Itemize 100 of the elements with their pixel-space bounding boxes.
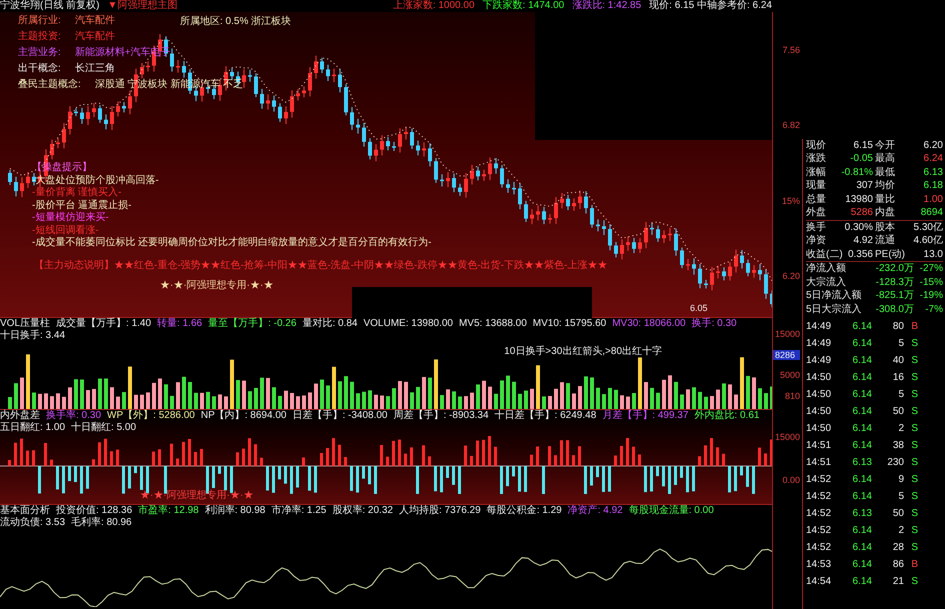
tick-volume: 40 xyxy=(892,354,904,368)
indicator-value: VOLUME: 13980.00 xyxy=(363,318,453,330)
flow-label: 大宗流入 xyxy=(806,276,846,289)
flow-value: -232.0万 xyxy=(876,262,914,276)
tick-volume: 2 xyxy=(898,524,904,538)
tick-price: 6.14 xyxy=(852,490,872,504)
quote-value: 0.356 xyxy=(848,248,873,261)
flow-percent: -7% xyxy=(925,302,943,316)
price-label: 6.05 xyxy=(690,303,708,313)
tick-volume: 16 xyxy=(892,371,904,385)
tip-text: -量价背离 谨慎买入- xyxy=(32,187,122,200)
axis-label: 15% xyxy=(782,196,800,206)
indicator-value: 内外盘差 xyxy=(0,410,40,422)
info-value: 长江三角 xyxy=(74,62,115,76)
indicator-value: 利润率: 80.98 xyxy=(204,505,266,517)
region-text: 所属地区: 0.5% 浙江板块 xyxy=(180,16,292,28)
tick-time: 14:50 xyxy=(806,388,832,402)
tick-volume: 5 xyxy=(898,337,904,351)
tick-side: B xyxy=(911,558,918,572)
quote-label: 总量 xyxy=(806,192,826,206)
indicator-value: 市盈率: 12.98 xyxy=(138,505,199,517)
price-info: 现价: 6.15 中轴参考价: 6.24 xyxy=(649,0,772,12)
indicator-value: 五日翻红: 1.00 xyxy=(0,422,66,434)
quote-value: -0.81% xyxy=(841,166,873,179)
tick-price: 6.14 xyxy=(852,371,872,385)
quote-label: 换手 xyxy=(806,220,826,234)
tick-time: 14:52 xyxy=(806,473,832,487)
tick-time: 14:51 xyxy=(806,439,832,453)
quote-label: 外盘 xyxy=(806,206,826,220)
tick-price: 6.14 xyxy=(852,575,872,589)
info-label: 所属行业: xyxy=(18,14,61,28)
tick-side: S xyxy=(911,371,918,385)
flow-percent: -15% xyxy=(920,276,943,289)
tick-time: 14:51 xyxy=(806,456,832,470)
tick-volume: 21 xyxy=(892,575,904,589)
indicator-value: VOL压量柱 xyxy=(0,318,50,330)
tick-price: 6.14 xyxy=(852,320,872,334)
tick-side: S xyxy=(911,439,918,453)
tick-volume: 28 xyxy=(892,541,904,555)
indicator-value: MV30: 18066.00 xyxy=(612,318,686,330)
tick-side: S xyxy=(911,490,918,504)
axis-label: 6.20 xyxy=(782,271,800,282)
indicator-value: 基本面分析 xyxy=(0,505,50,516)
flow-percent: -19% xyxy=(920,289,943,302)
tick-price: 6.14 xyxy=(852,337,872,351)
legend-text: 【主力动态说明】★★红色-重仓-强势★★红色-抢筹-中阳★★蓝色-洗盘-中阴★★绿色-跌停★★黄色-出货-下跌★★紫色-上涨★★ xyxy=(34,260,608,272)
indicator-value: 净资产: 4.92 xyxy=(568,505,623,517)
quote-value: 6.20 xyxy=(924,138,943,152)
axis-label: 15000 xyxy=(774,329,800,340)
quote-label: 收益(二) xyxy=(806,248,843,261)
tick-volume: 9 xyxy=(898,473,904,487)
tick-volume: 2 xyxy=(898,422,904,436)
signature-text: ★·★·阿强理想专用·★·★ xyxy=(140,490,254,502)
market-stat: 涨跌比: 1:42.85 xyxy=(572,0,642,12)
quote-label: 最高 xyxy=(875,152,895,166)
quote-value: 8694 xyxy=(920,206,943,220)
tick-side: S xyxy=(911,575,918,589)
tick-price: 6.14 xyxy=(852,558,872,572)
flow-value: -128.3万 xyxy=(876,276,914,289)
tick-price: 6.14 xyxy=(852,388,872,402)
quote-value: 5.30亿 xyxy=(914,220,943,234)
quote-value: 5286 xyxy=(850,206,873,220)
indicator-value: MV10: 15795.60 xyxy=(532,318,606,330)
tick-time: 14:52 xyxy=(806,524,832,538)
axis-label: 810 xyxy=(784,390,800,401)
tick-price: 6.14 xyxy=(852,422,872,436)
quote-value: 13980 xyxy=(845,192,873,206)
indicator-value: 日差【手】: -3408.00 xyxy=(292,410,388,422)
tick-volume: 50 xyxy=(892,405,904,419)
indicator-value: 人均持股: 7376.29 xyxy=(398,505,481,517)
tick-side: S xyxy=(911,473,918,487)
tick-time: 14:49 xyxy=(806,354,832,368)
quote-label: 流通 xyxy=(875,234,895,248)
indicator-value: 投资价值: 128.36 xyxy=(56,505,132,516)
quote-label: 内盘 xyxy=(875,206,895,220)
indicator-value: 换手率: 0.30 xyxy=(46,410,102,422)
tick-side: S xyxy=(911,456,918,470)
tip-text: -股价平台 逼通震止损- xyxy=(32,200,132,212)
tick-time: 14:49 xyxy=(806,320,832,334)
axis-marker: 8286 xyxy=(773,350,800,360)
quote-value: 4.92 xyxy=(854,234,873,248)
tick-volume: 38 xyxy=(892,439,904,453)
info-label: 主题投资: xyxy=(18,30,61,44)
tick-side: S xyxy=(911,507,918,521)
indicator-value: 量至【万手】: -0.26 xyxy=(208,318,296,330)
quote-value: 1.00 xyxy=(924,192,943,206)
indicator-value: MV5: 13688.00 xyxy=(458,318,527,330)
axis-label: 0.00 xyxy=(782,474,800,485)
indicator-value: NP【内】: 8694.00 xyxy=(200,410,286,422)
flow-label: 净流入额 xyxy=(806,262,846,276)
tick-price: 6.13 xyxy=(852,507,872,521)
info-value: 汽车配件 xyxy=(74,30,115,44)
axis-label: 7.56 xyxy=(782,44,800,55)
tick-time: 14:50 xyxy=(806,371,832,385)
flow-value: -308.0万 xyxy=(876,302,914,316)
tick-time: 14:52 xyxy=(806,507,832,521)
tick-side: S xyxy=(911,354,918,368)
quote-value: 6.18 xyxy=(924,179,943,192)
axis-label: 6.82 xyxy=(782,120,800,130)
quote-label: 现价 xyxy=(806,138,826,152)
